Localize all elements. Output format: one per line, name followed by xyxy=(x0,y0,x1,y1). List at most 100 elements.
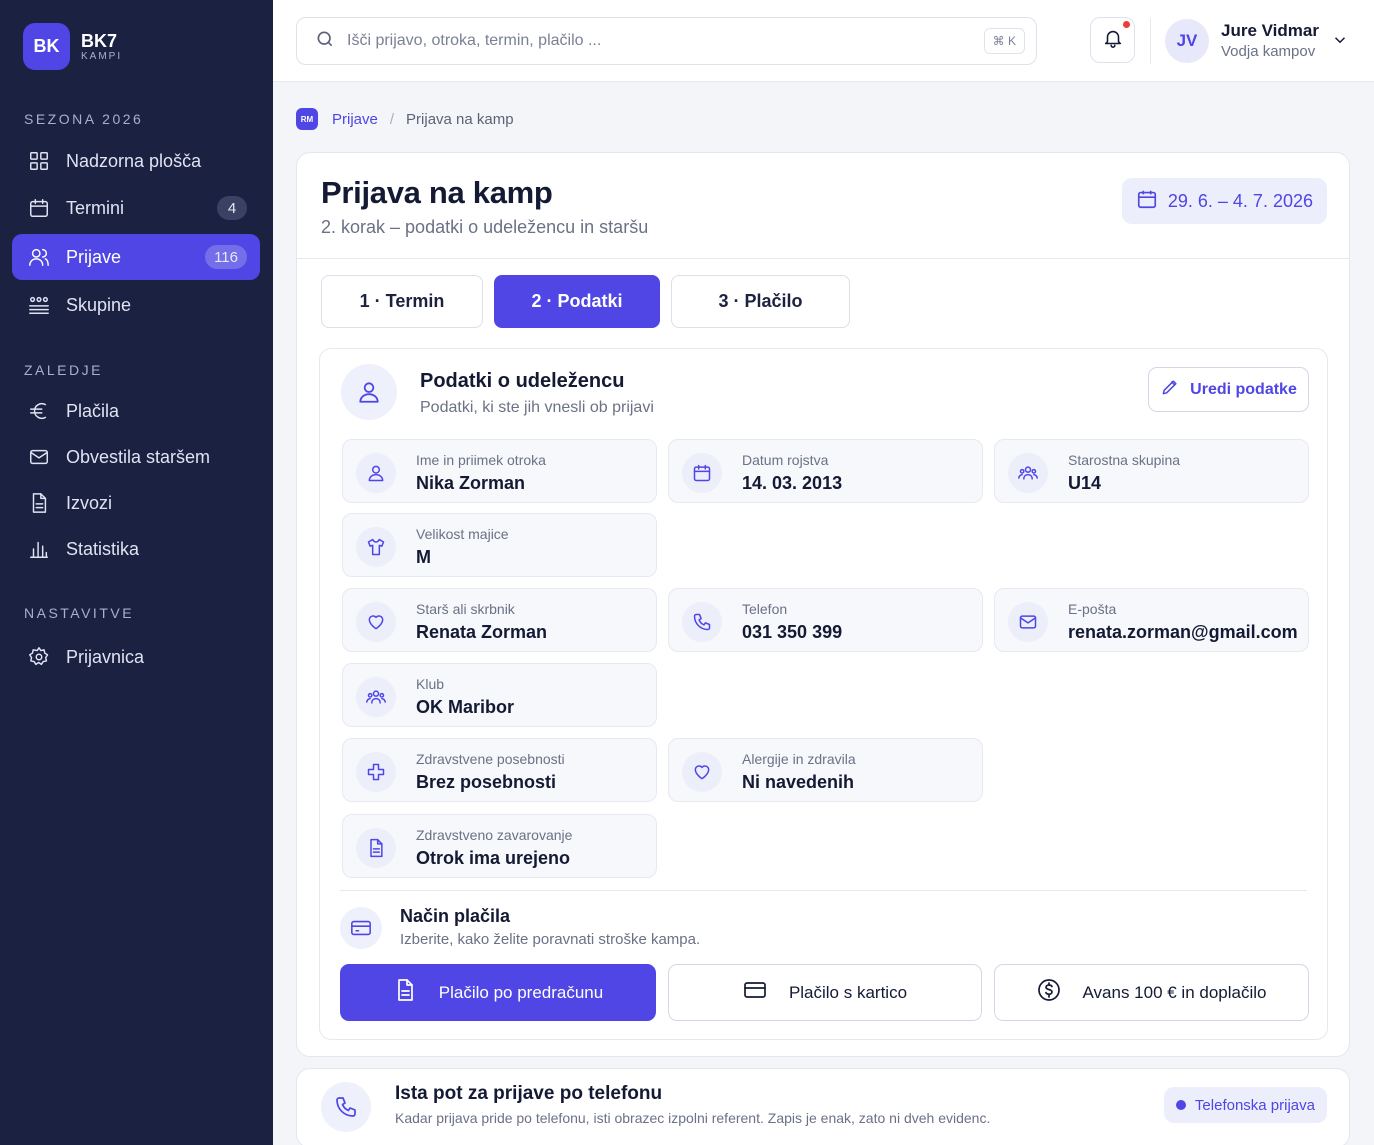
group-icon xyxy=(1008,453,1048,493)
field-value: 14. 03. 2013 xyxy=(742,473,843,493)
pencil-icon xyxy=(1160,377,1190,402)
sidebar-item-izvozi[interactable]: Izvozi xyxy=(12,480,260,526)
calendar-icon xyxy=(682,453,722,493)
field-value: Brez posebnosti xyxy=(416,772,557,792)
brand-logo: BK xyxy=(23,23,70,70)
breadcrumb: RM Prijave / Prijava na kamp xyxy=(296,108,514,130)
search-shortcut: ⌘ K xyxy=(983,28,1025,54)
sidebar-item-dashboard[interactable]: Nadzorna plošča xyxy=(12,138,260,184)
field-allergies: Alergije in zdravila Ni navedenih xyxy=(668,738,983,802)
edit-data-button[interactable]: Uredi podatke xyxy=(1148,367,1309,412)
document-icon xyxy=(27,491,51,515)
date-range: 29. 6. – 4. 7. 2026 xyxy=(1167,190,1313,211)
brand-name: BK7 xyxy=(81,30,118,51)
shirt-icon xyxy=(356,527,396,567)
field-label: Zdravstveno zavarovanje xyxy=(416,827,573,843)
user-icon xyxy=(341,364,397,420)
field-guardian: Starš ali skrbnik Renata Zorman xyxy=(342,588,657,652)
payment-option-card[interactable]: Plačilo s kartico xyxy=(668,964,982,1021)
field-label: Ime in priimek otroka xyxy=(416,452,546,468)
field-value: Nika Zorman xyxy=(416,473,526,493)
payment-option-label: Plačilo s kartico xyxy=(788,982,908,1002)
sidebar-item-placila[interactable]: Plačila xyxy=(12,388,260,434)
sidebar-item-termini[interactable]: Termini 4 xyxy=(12,185,260,231)
payment-option-invoice[interactable]: Plačilo po predračunu xyxy=(340,964,656,1021)
divider xyxy=(340,890,1307,891)
field-value: OK Maribor xyxy=(416,697,515,717)
payment-subtitle: Izberite, kako želite poravnati stroške … xyxy=(400,931,701,948)
tab-step-podatki[interactable]: 2 · Podatki xyxy=(494,275,660,328)
breadcrumb-link-prijave[interactable]: Prijave xyxy=(332,111,378,128)
sidebar-item-label: Prijavnica xyxy=(66,646,145,667)
sidebar: BK BK7 KAMPI SEZONA 2026 Nadzorna plošča… xyxy=(0,0,273,1145)
bar-chart-icon xyxy=(27,537,51,561)
user-role: Vodja kampov xyxy=(1221,43,1316,60)
gear-icon xyxy=(27,645,51,669)
field-club: Klub OK Maribor xyxy=(342,663,657,727)
field-child-name: Ime in priimek otroka Nika Zorman xyxy=(342,439,657,503)
section-subtitle: Podatki, ki ste jih vnesli ob prijavi xyxy=(420,399,654,416)
field-label: Telefon xyxy=(742,601,788,617)
brand[interactable]: BK BK7 KAMPI xyxy=(23,23,122,70)
field-value: Otrok ima urejeno xyxy=(416,848,571,868)
sidebar-item-skupine[interactable]: Skupine xyxy=(12,282,260,328)
status-dot xyxy=(1175,1100,1186,1110)
sidebar-item-label: Nadzorna plošča xyxy=(66,150,202,171)
page-title: Prijava na kamp xyxy=(321,175,553,210)
sidebar-item-prijave[interactable]: Prijave 116 xyxy=(12,234,260,280)
sidebar-item-statistika[interactable]: Statistika xyxy=(12,526,260,572)
phone-card-title: Ista pot za prijave po telefonu xyxy=(395,1083,663,1104)
document-icon xyxy=(356,828,396,868)
phone-registration-card: Ista pot za prijave po telefonu Kadar pr… xyxy=(296,1068,1350,1145)
notifications-button[interactable] xyxy=(1090,17,1135,63)
tab-step-placilo[interactable]: 3 · Plačilo xyxy=(671,275,850,328)
section-title: Podatki o udeležencu xyxy=(420,370,625,392)
search-icon xyxy=(315,29,335,54)
field-value: Renata Zorman xyxy=(416,622,548,642)
field-health-insurance: Zdravstveno zavarovanje Otrok ima urejen… xyxy=(342,814,657,878)
euro-icon xyxy=(27,399,51,423)
user-name[interactable]: Jure Vidmar xyxy=(1221,21,1319,41)
document-icon xyxy=(393,978,439,1007)
field-value: U14 xyxy=(1068,473,1102,493)
credit-card-icon xyxy=(340,907,382,949)
divider xyxy=(297,258,1349,259)
field-value: renata.zorman@gmail.com xyxy=(1068,622,1298,642)
count-badge: 116 xyxy=(205,245,247,269)
avatar[interactable]: JV xyxy=(1165,19,1209,63)
sidebar-item-label: Statistika xyxy=(66,538,140,559)
phone-icon xyxy=(321,1082,371,1132)
tab-step-termin[interactable]: 1 · Termin xyxy=(321,275,483,328)
mail-icon xyxy=(1008,602,1048,642)
field-birth-date: Datum rojstva 14. 03. 2013 xyxy=(668,439,983,503)
user-icon xyxy=(356,453,396,493)
edit-button-label: Uredi podatke xyxy=(1190,380,1297,398)
bell-icon xyxy=(1102,27,1124,54)
topbar: ⌘ K JV Jure Vidmar Vodja kampov xyxy=(273,0,1374,82)
sidebar-item-label: Prijave xyxy=(66,246,122,267)
field-label: Starš ali skrbnik xyxy=(416,601,515,617)
sidebar-item-label: Izvozi xyxy=(66,492,113,513)
payment-option-label: Plačilo po predračunu xyxy=(438,982,604,1002)
payment-option-deposit[interactable]: Avans 100 € in doplačilo xyxy=(994,964,1309,1021)
section-label-backend: ZALEDJE xyxy=(24,362,103,378)
search-bar[interactable]: ⌘ K xyxy=(296,17,1037,65)
field-email: E-pošta renata.zorman@gmail.com xyxy=(994,588,1309,652)
divider xyxy=(1150,18,1151,64)
mail-icon xyxy=(27,445,51,469)
section-label-settings: NASTAVITVE xyxy=(24,605,135,621)
field-value: Ni navedenih xyxy=(742,772,855,792)
heart-icon xyxy=(356,602,396,642)
field-shirt-size: Velikost majice M xyxy=(342,513,657,577)
count-badge: 4 xyxy=(217,196,247,220)
field-label: Velikost majice xyxy=(416,526,509,542)
sidebar-item-prijavnica[interactable]: Prijavnica xyxy=(12,634,260,680)
notification-dot xyxy=(1122,20,1131,29)
sidebar-item-obvestila[interactable]: Obvestila staršem xyxy=(12,434,260,480)
search-input[interactable] xyxy=(347,32,947,50)
field-label: Zdravstvene posebnosti xyxy=(416,751,565,767)
chevron-down-icon[interactable] xyxy=(1331,31,1349,49)
phone-registration-tag[interactable]: Telefonska prijava xyxy=(1163,1087,1327,1123)
field-age-group: Starostna skupina U14 xyxy=(994,439,1309,503)
breadcrumb-separator: / xyxy=(389,110,395,128)
